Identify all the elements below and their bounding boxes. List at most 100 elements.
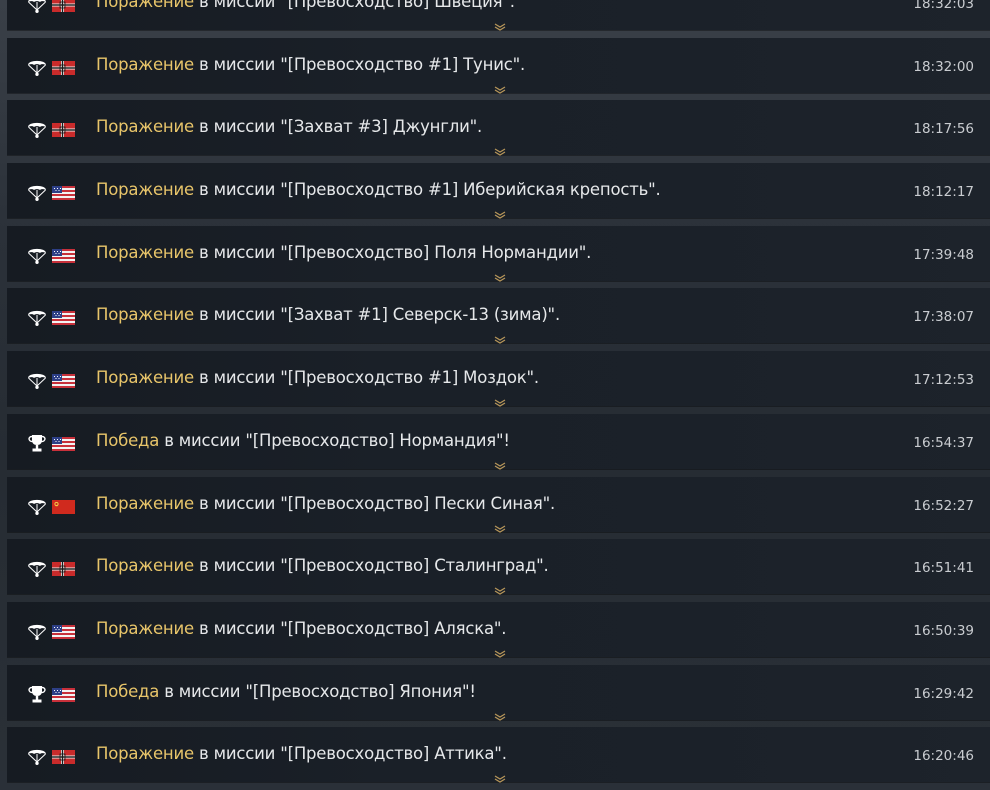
entry-message: Поражение в миссии "[Превосходство] Поля… [96,243,591,262]
expand-chevron-icon[interactable] [494,643,506,658]
expand-chevron-icon[interactable] [494,267,506,282]
entry-time: 16:54:37 [913,434,974,451]
battle-log-entry[interactable]: Победа в миссии "[Превосходство] Япония"… [7,664,990,721]
entry-result: Поражение [96,618,194,638]
entry-result: Победа [96,430,160,450]
expand-chevron-icon[interactable] [494,706,506,721]
germany-flag [52,749,75,765]
entry-mission-text: в миссии "[Захват #1] Северск-13 (зима)"… [193,305,560,325]
entry-message: Поражение в миссии "[Захват #3] Джунгли"… [96,117,482,136]
battle-log-entry[interactable]: Поражение в миссии "[Превосходство] Стал… [7,539,990,595]
entry-time: 16:29:42 [913,685,974,702]
germany-flag [52,0,75,12]
entry-result: Поражение [96,242,194,262]
ussr-flag [52,499,75,514]
battle-log-entry[interactable]: Поражение в миссии "[Захват #3] Джунгли"… [7,100,990,157]
parachute-icon [27,746,47,766]
entry-time: 16:50:39 [913,622,974,639]
entry-mission-text: в миссии "[Превосходство] Аттика". [193,744,507,764]
expand-chevron-icon[interactable] [494,768,506,783]
usa-flag [52,373,75,389]
entry-mission-text: в миссии "[Превосходство #1] Моздок". [193,368,539,388]
parachute-icon [27,558,47,578]
entry-result: Поражение [96,493,194,513]
entry-mission-text: в миссии "[Превосходство #1] Тунис". [193,54,526,74]
battle-log-entry[interactable]: Поражение в миссии "[Превосходство #1] М… [7,351,990,407]
battle-log-entry[interactable]: Поражение в миссии "[Превосходство] Швец… [7,0,990,31]
usa-flag [52,624,75,639]
parachute-icon [27,245,47,265]
entry-message: Победа в миссии "[Превосходство] Япония"… [96,682,476,701]
entry-result: Поражение [96,305,194,325]
parachute-icon [27,370,47,390]
battle-log-entry[interactable]: Поражение в миссии "[Превосходство #1] И… [7,163,990,219]
expand-chevron-icon[interactable] [494,392,506,407]
usa-flag [52,436,75,451]
expand-chevron-icon[interactable] [494,580,506,595]
battle-log-entry[interactable]: Поражение в миссии "[Превосходство] Поля… [7,225,990,282]
entry-message: Поражение в миссии "[Превосходство] Швец… [96,0,515,11]
entry-time: 17:39:48 [913,246,974,263]
entry-result: Поражение [96,744,194,764]
entry-mission-text: в миссии "[Превосходство] Поля Нормандии… [193,242,592,262]
entry-message: Поражение в миссии "[Превосходство] Песк… [96,494,555,513]
entry-mission-text: в миссии "[Превосходство #1] Иберийская … [193,180,661,200]
entry-result: Поражение [96,54,194,74]
entry-result: Поражение [96,556,194,576]
expand-chevron-icon[interactable] [494,141,506,157]
entry-message: Поражение в миссии "[Превосходство #1] М… [96,368,539,387]
parachute-icon [27,307,47,327]
entry-time: 16:20:46 [913,748,974,765]
entry-time: 17:12:53 [913,372,974,389]
usa-flag [52,310,75,326]
entry-time: 16:52:27 [913,497,974,514]
entry-message: Поражение в миссии "[Превосходство #1] И… [96,180,661,199]
parachute-icon [27,182,47,202]
expand-chevron-icon[interactable] [494,204,506,219]
entry-mission-text: в миссии "[Превосходство] Япония"! [159,681,476,701]
battle-log-entry[interactable]: Победа в миссии "[Превосходство] Норманд… [7,413,990,470]
entry-result: Поражение [96,368,194,388]
entry-result: Поражение [96,117,194,137]
parachute-icon [27,57,47,77]
usa-flag [52,248,75,263]
entry-message: Поражение в миссии "[Превосходство] Стал… [96,556,549,575]
entry-mission-text: в миссии "[Превосходство] Нормандия"! [159,430,510,450]
entry-result: Поражение [96,180,194,200]
entry-time: 16:51:41 [913,560,974,577]
entry-message: Поражение в миссии "[Захват #1] Северск-… [96,305,560,324]
trophy-icon [27,433,47,453]
battle-log-entry[interactable]: Поражение в миссии "[Превосходство] Атти… [7,727,990,783]
entry-mission-text: в миссии "[Превосходство] Аляска". [193,618,507,638]
entry-time: 18:32:00 [913,58,974,75]
entry-mission-text: в миссии "[Превосходство] Швеция". [193,0,515,11]
expand-chevron-icon[interactable] [494,16,506,31]
usa-flag [52,687,75,702]
battle-log-entry[interactable]: Поражение в миссии "[Захват #1] Северск-… [7,288,990,345]
expand-chevron-icon[interactable] [494,79,506,94]
entry-mission-text: в миссии "[Превосходство] Пески Синая". [193,493,556,513]
battle-log-entry[interactable]: Поражение в миссии "[Превосходство] Песк… [7,476,990,533]
germany-flag [52,561,75,577]
expand-chevron-icon[interactable] [494,329,506,345]
expand-chevron-icon[interactable] [494,518,506,533]
entry-message: Поражение в миссии "[Превосходство] Аляс… [96,618,507,638]
battle-log-entry[interactable]: Поражение в миссии "[Превосходство #1] Т… [7,37,990,94]
entry-message: Победа в миссии "[Превосходство] Норманд… [96,431,510,450]
battle-log-list: Поражение в миссии "[Превосходство] Швец… [7,0,990,790]
entry-message: Поражение в миссии "[Превосходство #1] Т… [96,55,525,74]
battle-log-entry[interactable]: Поражение в миссии "[Превосходство] Аляс… [7,601,990,658]
usa-flag [52,185,75,201]
entry-time: 18:12:17 [913,184,974,201]
parachute-icon [27,496,47,516]
expand-chevron-icon[interactable] [494,455,506,470]
germany-flag [52,122,75,138]
entry-time: 18:32:03 [913,0,974,12]
entry-result: Победа [96,681,160,701]
entry-time: 17:38:07 [913,309,974,326]
trophy-icon [27,684,47,704]
entry-mission-text: в миссии "[Превосходство] Сталинград". [193,556,549,576]
parachute-icon [27,621,47,641]
germany-flag [52,60,75,75]
entry-mission-text: в миссии "[Захват #3] Джунгли". [193,117,483,137]
